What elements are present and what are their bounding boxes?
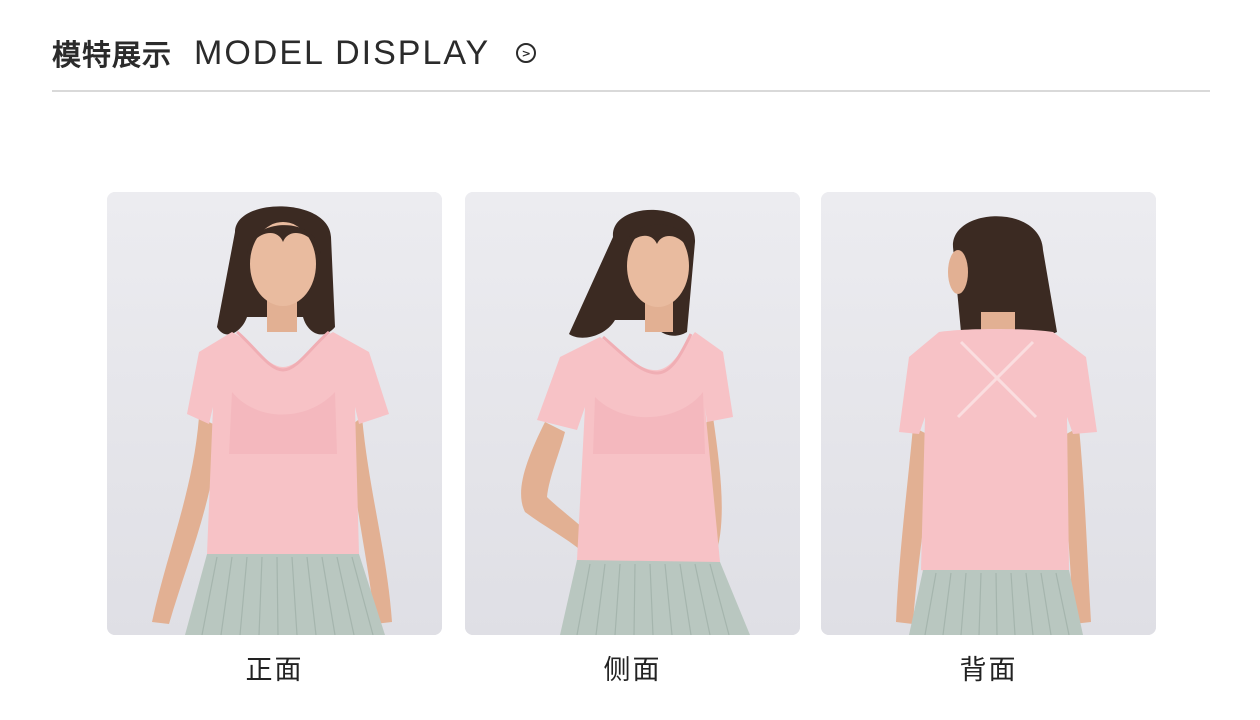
model-gallery xyxy=(107,192,1156,635)
section-title-en: MODEL DISPLAY xyxy=(194,33,491,72)
section-title-cn: 模特展示 xyxy=(52,38,173,72)
model-photo-back[interactable] xyxy=(821,192,1156,635)
arrow-right-circle-icon[interactable]: > xyxy=(516,43,537,63)
model-side-illustration xyxy=(465,192,800,635)
caption-back: 背面 xyxy=(959,655,1018,686)
caption-side: 侧面 xyxy=(603,655,662,686)
model-back-illustration xyxy=(821,192,1156,635)
header-divider xyxy=(52,90,1210,92)
model-front-illustration xyxy=(107,192,442,635)
section-header: 模特展示 MODEL DISPLAY > xyxy=(52,30,537,76)
caption-front: 正面 xyxy=(245,655,304,686)
model-photo-front[interactable] xyxy=(107,192,442,635)
model-photo-side[interactable] xyxy=(465,192,800,635)
